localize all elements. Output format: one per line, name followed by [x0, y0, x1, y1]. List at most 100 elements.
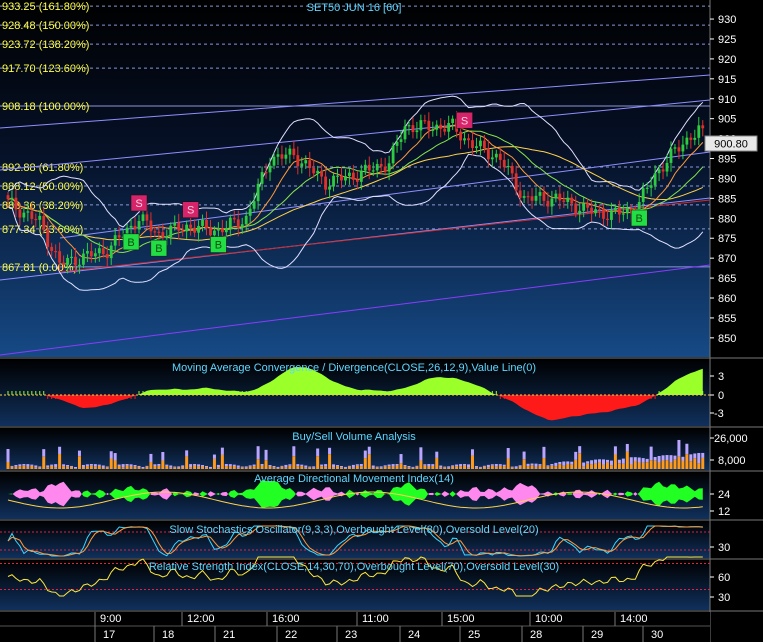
volume-bar-buy [157, 464, 161, 466]
volume-bar-sell [42, 456, 46, 469]
buy-signal-marker[interactable]: B [122, 233, 140, 251]
candle-body [117, 235, 121, 238]
candle-body [602, 209, 605, 219]
volume-bar-sell [77, 456, 81, 469]
candle-body [232, 217, 236, 220]
price-tick-label: 890 [718, 173, 736, 185]
volume-bar-buy [546, 465, 550, 467]
volume-bar-sell [113, 460, 117, 469]
volume-bar-sell [312, 467, 316, 469]
volume-bar-buy [617, 459, 621, 464]
volume-bar-sell [530, 465, 534, 469]
buy-signal-marker[interactable]: B [630, 209, 648, 227]
sell-signal-marker[interactable]: S [130, 194, 148, 212]
volume-bar-sell [157, 465, 161, 469]
volume-bar-buy [431, 464, 435, 467]
volume-bar-buy [62, 464, 66, 467]
candle-body [391, 145, 395, 164]
date-label: 18 [162, 629, 174, 641]
volume-bar-buy [97, 464, 101, 466]
candle-body [236, 219, 240, 228]
volume-bar-sell [653, 460, 657, 469]
candle-body [185, 224, 189, 232]
sell-signal-marker[interactable]: S [182, 201, 199, 218]
candle-body [673, 147, 677, 149]
candle-body [300, 163, 304, 167]
candle-body [157, 231, 161, 233]
volume-bar-buy [637, 457, 641, 463]
candle-body [590, 207, 593, 214]
volume-bar-sell [435, 457, 439, 469]
volume-bar-buy [89, 464, 93, 466]
volume-bar-buy [633, 457, 637, 462]
volume-bar-sell [343, 467, 347, 469]
time-label: 14:00 [620, 613, 648, 625]
volume-bar-buy [494, 464, 498, 467]
volume-bar-buy [6, 449, 10, 462]
signal-label: B [636, 213, 643, 225]
volume-bar-buy [189, 464, 193, 468]
candle-body [336, 175, 339, 177]
volume-bar-buy [248, 465, 252, 467]
candle-body [486, 148, 490, 160]
volume-bar-sell [161, 460, 165, 469]
candle-body [93, 253, 97, 257]
volume-bar-buy [26, 464, 30, 467]
volume-bar-sell [697, 463, 701, 469]
volume-bar-buy [387, 464, 391, 467]
volume-bar-buy [399, 454, 403, 464]
volume-bar-sell [685, 454, 689, 469]
volume-bar-sell [66, 466, 70, 469]
candle-body [189, 224, 193, 228]
volume-bar-sell [363, 458, 367, 469]
volume-bar-sell [284, 467, 288, 469]
volume-bar-buy [280, 465, 284, 467]
candle-body [558, 193, 562, 201]
candle-body [471, 140, 474, 149]
candle-body [38, 215, 42, 220]
volume-bar-sell [383, 466, 387, 469]
candle-body [518, 190, 522, 198]
volume-bar-sell [320, 466, 324, 469]
fib-level-label: 923.72 (138.20%) [2, 39, 89, 51]
volume-bar-buy [530, 463, 534, 466]
candle-body [550, 198, 554, 207]
volume-bar-sell [514, 467, 518, 469]
volume-bar-sell [300, 466, 304, 469]
volume-bar-sell [677, 456, 681, 469]
trading-chart[interactable]: 933.25 (161.80%) 928.48 (150.00%) 923.72 (… [0, 0, 763, 642]
time-label: 16:00 [272, 613, 300, 625]
buy-signal-marker[interactable]: B [210, 236, 227, 253]
volume-bar-sell [173, 467, 177, 469]
candle-body [109, 245, 113, 259]
volume-bar-buy [343, 466, 347, 468]
volume-bar-buy [514, 466, 518, 468]
volume-bar-buy [236, 465, 240, 468]
volume-bar-buy [125, 464, 129, 466]
candle-body [328, 186, 331, 190]
volume-bar-sell [534, 466, 538, 469]
volume-bar-sell [586, 463, 590, 469]
candle-body [26, 211, 30, 213]
volume-bar-buy [605, 459, 609, 463]
volume-bar-sell [701, 457, 705, 469]
candle-body [240, 224, 244, 228]
volume-bar-buy [609, 460, 613, 466]
volume-bar-buy [232, 464, 236, 467]
candle-body [582, 203, 586, 211]
volume-bar-buy [137, 465, 141, 467]
volume-bar-sell [58, 453, 62, 469]
candle-body [244, 215, 248, 225]
candle-body [657, 169, 661, 174]
volume-bar-buy [173, 466, 177, 468]
candle-body [304, 160, 308, 164]
volume-bar-buy [276, 466, 280, 468]
sell-signal-marker[interactable]: S [456, 112, 473, 129]
volume-bar-sell [351, 467, 355, 469]
buy-signal-marker[interactable]: B [150, 239, 168, 257]
price-tick-label: 930 [718, 14, 736, 26]
date-label: 30 [651, 629, 663, 641]
candle-body [101, 248, 105, 255]
candle-body [220, 228, 224, 233]
price-tick-label: 910 [718, 94, 736, 106]
